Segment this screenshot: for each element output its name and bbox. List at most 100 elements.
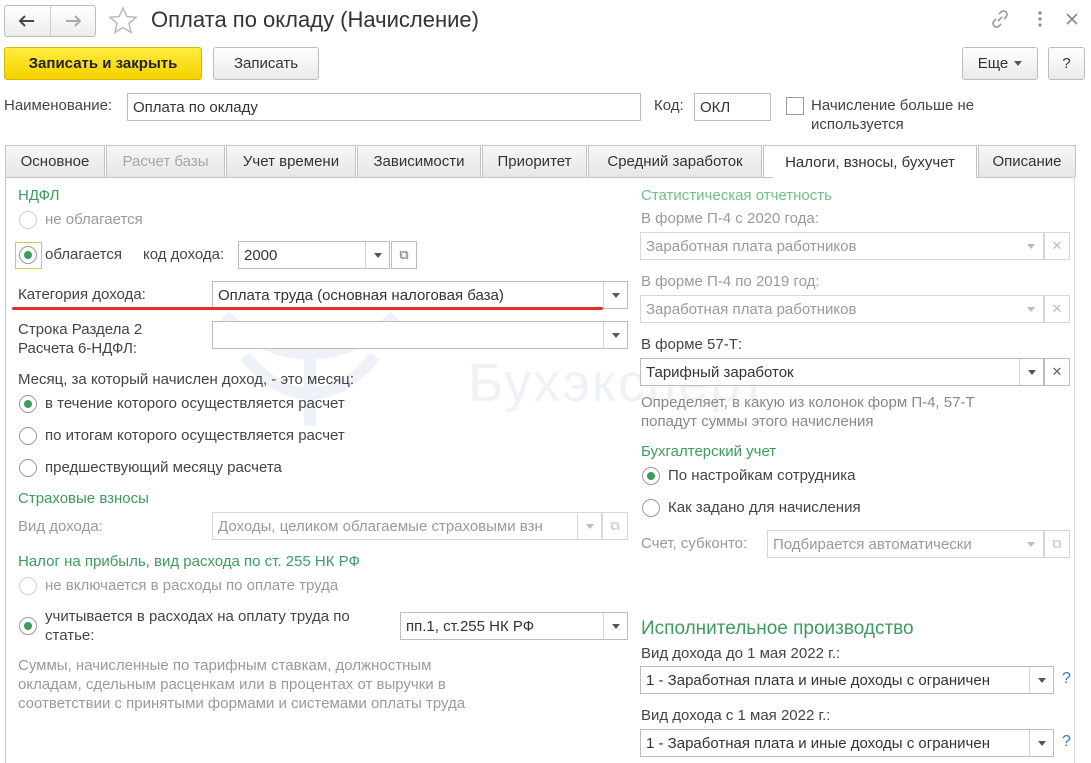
note-line-2: окладам, сдельным расценкам или в процен…: [18, 676, 446, 693]
link-icon[interactable]: [990, 9, 1010, 29]
arrow-right-icon: [65, 15, 81, 27]
before-may-select[interactable]: 1 - Заработная плата и иные доходы с огр…: [640, 666, 1054, 694]
ndfl-section-header: НДФЛ: [18, 187, 60, 204]
stat-section-header: Статистическая отчетность: [641, 187, 832, 204]
favorite-star-icon[interactable]: [108, 6, 138, 38]
code-label: Код:: [654, 97, 684, 114]
income-type-label: Вид дохода:: [18, 518, 103, 535]
p4-2020-select[interactable]: Заработная плата работников: [640, 232, 1044, 260]
month-option-3-radio[interactable]: [19, 459, 37, 477]
profit-option-2-radio[interactable]: [19, 617, 37, 635]
tab-priority[interactable]: Приоритет: [482, 145, 587, 177]
profit-article-select[interactable]: пп.1, ст.255 НК РФ: [400, 612, 628, 640]
taxed-radio[interactable]: [19, 246, 37, 264]
p4-2019-select[interactable]: Заработная плата работников: [640, 295, 1044, 323]
profit-option-1-radio[interactable]: [19, 577, 37, 595]
accounting-section-header: Бухгалтерский учет: [641, 443, 777, 460]
more-button[interactable]: Еще: [962, 47, 1038, 80]
profit-option-2-label-2: статье:: [45, 627, 95, 644]
open-icon[interactable]: ⧉: [391, 241, 417, 269]
dropdown-icon[interactable]: [1029, 667, 1053, 693]
not-used-checkbox[interactable]: [786, 97, 804, 115]
tab-main[interactable]: Основное: [5, 145, 105, 177]
clear-icon[interactable]: ✕: [1044, 232, 1070, 260]
before-may-label: Вид дохода до 1 мая 2022 г.:: [641, 645, 841, 662]
acc-option-2-radio[interactable]: [642, 499, 660, 517]
p4-2019-value: Заработная плата работников: [646, 300, 857, 318]
before-may-value: 1 - Заработная плата и иные доходы с огр…: [646, 671, 990, 689]
tab-divider-right: [977, 177, 1075, 178]
income-category-select[interactable]: Оплата труда (основная налоговая база): [212, 281, 628, 309]
save-button[interactable]: Записать: [213, 47, 319, 80]
account-select[interactable]: Подбирается автоматически: [767, 530, 1044, 558]
acc-option-1-label: По настройкам сотрудника: [668, 467, 856, 484]
note-line-3: соответствии с принятыми формами и систе…: [18, 695, 466, 712]
section-line-select[interactable]: [212, 321, 628, 349]
profit-article-value: пп.1, ст.255 НК РФ: [406, 617, 535, 635]
dropdown-icon[interactable]: [1019, 531, 1043, 557]
income-type-value: Доходы, целиком облагаемые страховыми вз…: [218, 517, 543, 535]
clear-icon[interactable]: ✕: [1044, 358, 1070, 386]
tab-description[interactable]: Описание: [978, 145, 1076, 177]
nav-buttons: [4, 5, 96, 37]
profit-option-1-label: не включается в расходы по оплате труда: [45, 577, 339, 594]
p4-2020-value: Заработная плата работников: [646, 237, 857, 255]
dropdown-icon[interactable]: [1029, 730, 1053, 756]
dropdown-icon[interactable]: [603, 282, 627, 308]
month-option-3-label: предшествующий месяцу расчета: [45, 459, 282, 476]
acc-option-1-radio[interactable]: [642, 467, 660, 485]
tab-average-earnings[interactable]: Средний заработок: [588, 145, 762, 177]
p4-2020-label: В форме П-4 с 2020 года:: [641, 210, 819, 227]
not-taxed-radio[interactable]: [19, 211, 37, 229]
tab-taxes[interactable]: Налоги, взносы, бухучет: [763, 145, 977, 178]
dropdown-icon[interactable]: [603, 613, 627, 639]
open-icon[interactable]: ⧉: [1044, 530, 1070, 558]
clear-icon[interactable]: ✕: [1044, 295, 1070, 323]
tab-bar: Основное Расчет базы Учет времени Зависи…: [5, 145, 1076, 178]
income-category-value: Оплата труда (основная налоговая база): [218, 286, 504, 304]
dropdown-icon[interactable]: [1019, 296, 1043, 322]
income-code-select[interactable]: 2000: [238, 241, 390, 269]
help-hint-icon[interactable]: ?: [1062, 670, 1071, 688]
after-may-label: Вид дохода с 1 мая 2022 г.:: [641, 707, 831, 724]
back-button[interactable]: [5, 6, 50, 36]
more-vertical-icon[interactable]: [1030, 9, 1050, 29]
open-icon[interactable]: ⧉: [602, 512, 628, 540]
help-hint-icon[interactable]: ?: [1062, 733, 1071, 751]
forward-button[interactable]: [49, 6, 96, 36]
enforcement-section-header: Исполнительное производство: [641, 618, 914, 639]
code-input[interactable]: ОКЛ: [694, 93, 771, 121]
close-icon[interactable]: [1062, 9, 1082, 29]
dropdown-icon[interactable]: [1019, 359, 1043, 385]
month-option-1-radio[interactable]: [19, 395, 37, 413]
dropdown-icon[interactable]: [603, 322, 627, 348]
not-used-label-line2: используется: [811, 116, 904, 133]
month-option-2-radio[interactable]: [19, 427, 37, 445]
section-line-label-2: Расчета 6-НДФЛ:: [18, 340, 137, 357]
help-button[interactable]: ?: [1048, 47, 1085, 80]
dropdown-icon[interactable]: [365, 242, 389, 268]
name-input[interactable]: Оплата по окладу: [127, 93, 641, 121]
f57-select[interactable]: Тарифный заработок: [640, 358, 1044, 386]
dropdown-icon[interactable]: [1019, 233, 1043, 259]
taxed-label: облагается: [45, 246, 123, 263]
tab-divider-left: [5, 177, 773, 178]
highlight-underline: [12, 307, 603, 310]
save-and-close-button[interactable]: Записать и закрыть: [4, 47, 202, 80]
not-taxed-label: не облагается: [45, 211, 143, 228]
tab-time-tracking[interactable]: Учет времени: [226, 145, 356, 177]
chevron-down-icon: [1014, 61, 1023, 66]
income-category-label: Категория дохода:: [18, 286, 146, 303]
stat-note-2: попадут суммы этого начисления: [641, 413, 874, 430]
after-may-select[interactable]: 1 - Заработная плата и иные доходы с огр…: [640, 729, 1054, 757]
arrow-left-icon: [19, 15, 35, 27]
tab-base-calc[interactable]: Расчет базы: [106, 145, 225, 177]
panel-left-border: [5, 177, 6, 763]
stat-note-1: Определяет, в какую из колонок форм П-4,…: [641, 394, 975, 411]
not-used-label-line1: Начисление больше не: [811, 97, 975, 114]
tab-dependencies[interactable]: Зависимости: [357, 145, 481, 177]
income-type-select[interactable]: Доходы, целиком облагаемые страховыми вз…: [212, 512, 602, 540]
account-label: Счет, субконто:: [641, 535, 748, 552]
vertical-scrollbar[interactable]: [1074, 177, 1086, 763]
dropdown-icon[interactable]: [577, 513, 601, 539]
